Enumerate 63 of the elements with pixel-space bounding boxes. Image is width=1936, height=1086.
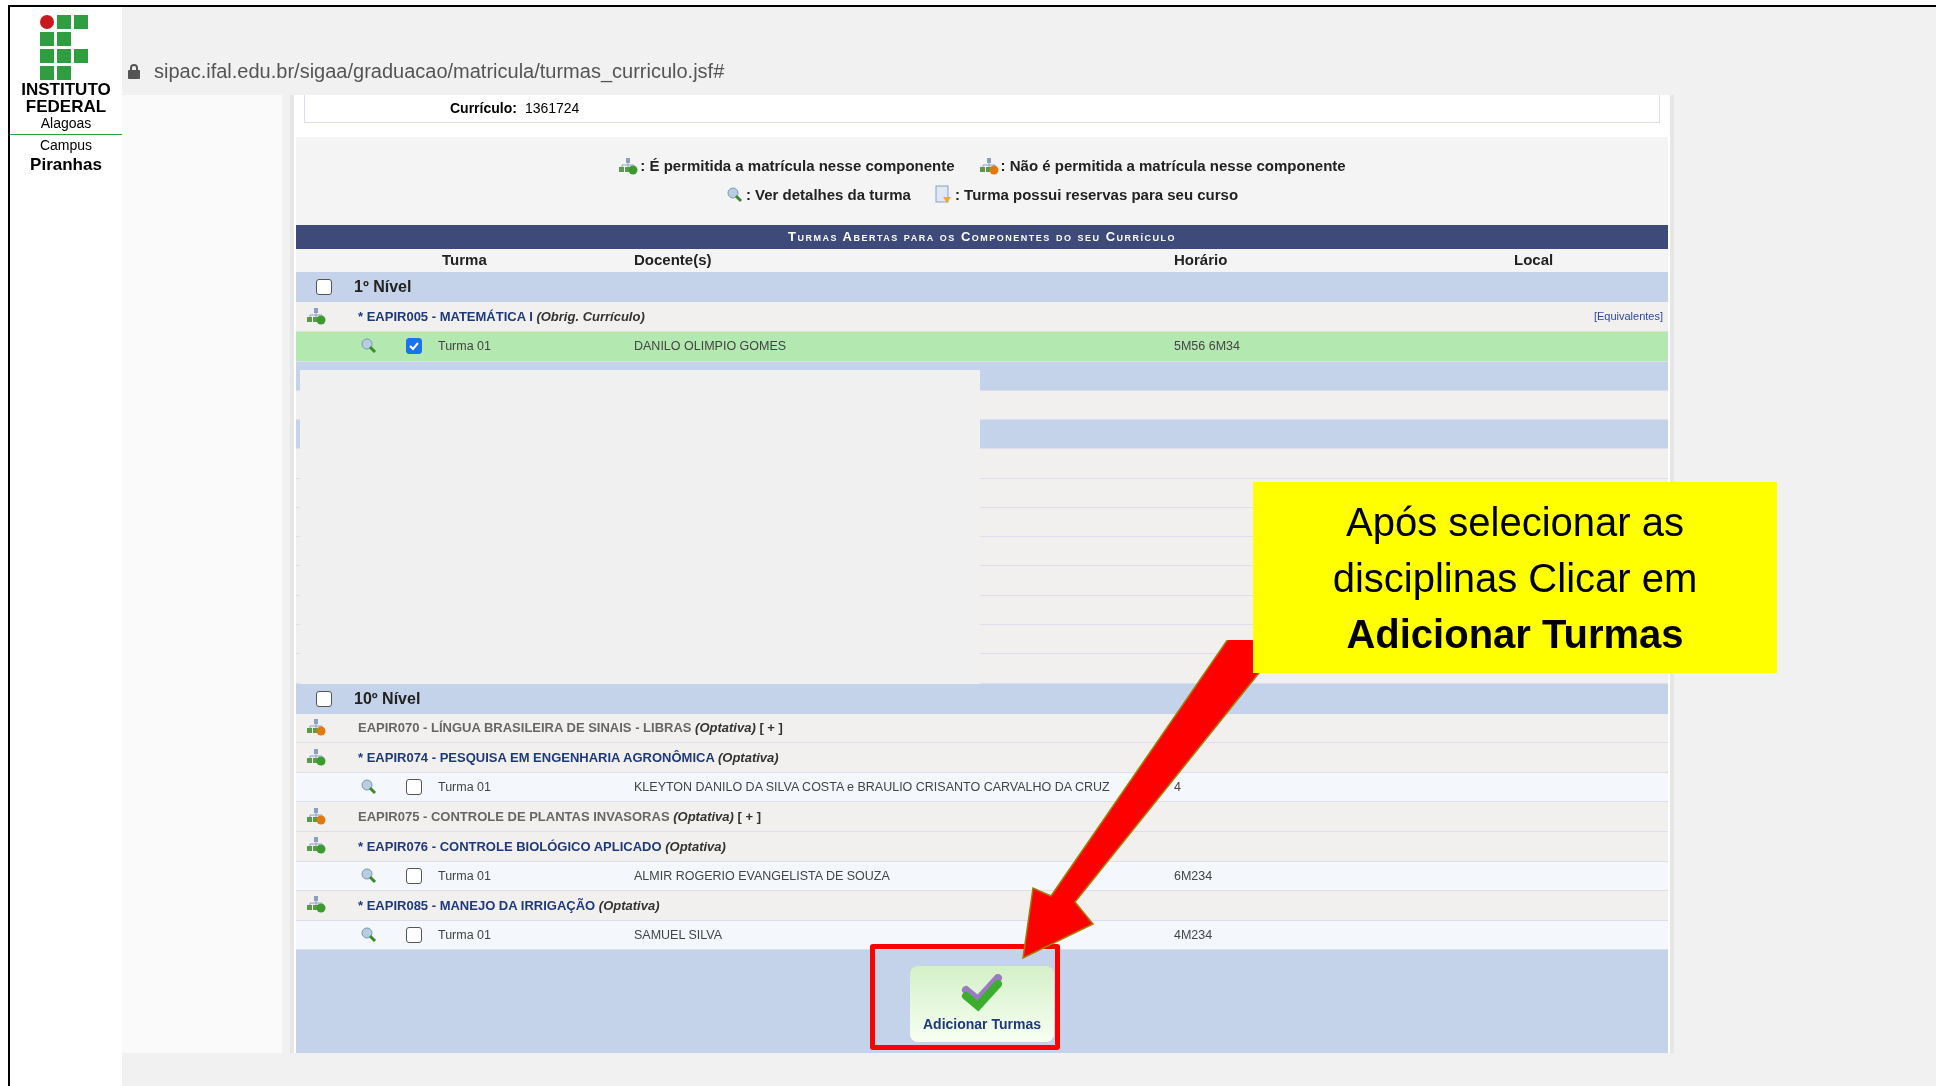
add-classes-button[interactable]: Adicionar Turmas: [910, 966, 1054, 1043]
curriculum-number: 1361724: [524, 98, 580, 118]
component-title: EAPIR075 - CONTROLE DE PLANTAS INVASORAS (Optativa) [ + ]: [358, 807, 761, 826]
enroll-denied-icon: [306, 718, 326, 737]
teacher-name: DANILO OLIMPIO GOMES: [634, 337, 788, 355]
component-title[interactable]: * EAPIR076 - CONTROLE BIOLÓGICO APLICADO (Optativa): [358, 836, 726, 857]
url-text[interactable]: sipac.ifal.edu.br/sigaa/graduacao/matricula/turmas_curriculo.jsf#: [154, 56, 725, 86]
checkbox[interactable]: [316, 690, 332, 707]
magnifier-icon[interactable]: [725, 187, 744, 204]
legend-text: : É permitida a matrícula nesse componente: [640, 156, 955, 177]
enroll-allowed-icon: [306, 837, 326, 856]
column-header: Docente(s): [634, 250, 713, 271]
curriculum-label: Currículo:: [450, 98, 517, 118]
enroll-denied-icon: [306, 807, 326, 826]
class-row[interactable]: Turma 01 DANILO OLIMPIO GOMES 5M56 6M34: [296, 332, 1668, 362]
equivalents-link[interactable]: [Equivalentes]: [1593, 308, 1668, 325]
legend-text: : Turma possui reservas para seu curso: [954, 184, 1239, 205]
campus-name: Piranhas: [30, 155, 102, 175]
checkbox[interactable]: [406, 779, 422, 796]
schedule: 5M56 6M34: [1174, 337, 1240, 355]
enroll-allowed-icon: [306, 307, 326, 326]
class-row[interactable]: Turma 01 KLEYTON DANILO DA SILVA COSTA e BRAULIO CRISANTO CARVALHO DA CRUZ 4: [296, 772, 1668, 803]
magnifier-icon[interactable]: [360, 927, 378, 944]
teacher-name: KLEYTON DANILO DA SILVA COSTA e BRAULIO CRISANTO CARVALHO DA CRUZ: [634, 778, 1111, 796]
enroll-allowed-icon: [618, 157, 639, 176]
checkbox[interactable]: [406, 338, 422, 355]
document-icon: [934, 185, 953, 206]
enroll-denied-icon: [978, 157, 999, 176]
class-name: Turma 01: [438, 867, 493, 885]
component-title[interactable]: * EAPIR005 - MATEMÁTICA I (Obrig. Currículo): [358, 306, 645, 327]
component-title: EAPIR070 - LÍNGUA BRASILEIRA DE SINAIS - LIBRAS (Optativa) [ + ]: [358, 719, 783, 738]
class-name: Turma 01: [438, 926, 493, 944]
schedule: 6M234: [1174, 867, 1213, 885]
callout-note: Após selecionar as disciplinas Clicar em Adicionar Turmas: [1331, 498, 1699, 658]
magnifier-icon[interactable]: [360, 867, 378, 884]
magnifier-icon[interactable]: [360, 338, 378, 355]
checkbox[interactable]: [406, 927, 422, 944]
teacher-name: SAMUEL SILVA: [634, 926, 723, 944]
magnifier-icon[interactable]: [360, 779, 378, 796]
checkbox[interactable]: [316, 279, 332, 296]
class-row[interactable]: Turma 01 ALMIR ROGERIO EVANGELISTA DE SOUZA 6M234: [296, 861, 1668, 892]
checkbox[interactable]: [406, 867, 422, 884]
institute-name: FEDERAL: [25, 98, 107, 115]
enroll-allowed-icon: [306, 748, 326, 767]
level-title: 10º Nível: [354, 688, 421, 709]
class-name: Turma 01: [438, 778, 493, 796]
checkmark-icon: [960, 973, 1004, 1012]
column-header: Turma: [441, 250, 488, 271]
lock-icon: [128, 63, 140, 79]
component-title[interactable]: * EAPIR085 - MANEJO DA IRRIGAÇÃO (Optativa): [358, 895, 660, 916]
legend-text: : Não é permitida a matrícula nesse componente: [1000, 156, 1346, 177]
campus-label: Campus: [39, 136, 93, 155]
schedule: 4M234: [1174, 926, 1213, 944]
enroll-allowed-icon: [306, 896, 326, 915]
class-name: Turma 01: [438, 337, 493, 355]
column-header: Horário: [1174, 250, 1229, 271]
schedule: 4: [1174, 778, 1181, 796]
teacher-name: ALMIR ROGERIO EVANGELISTA DE SOUZA: [634, 867, 891, 885]
level-title: 1º Nível: [354, 277, 412, 298]
institute-name: INSTITUTO: [21, 81, 111, 98]
table-title: Turmas Abertas para os Componentes do seu Currículo: [296, 225, 1668, 249]
legend-text: : Ver detalhes da turma: [745, 184, 911, 205]
column-header: Local: [1514, 250, 1554, 271]
